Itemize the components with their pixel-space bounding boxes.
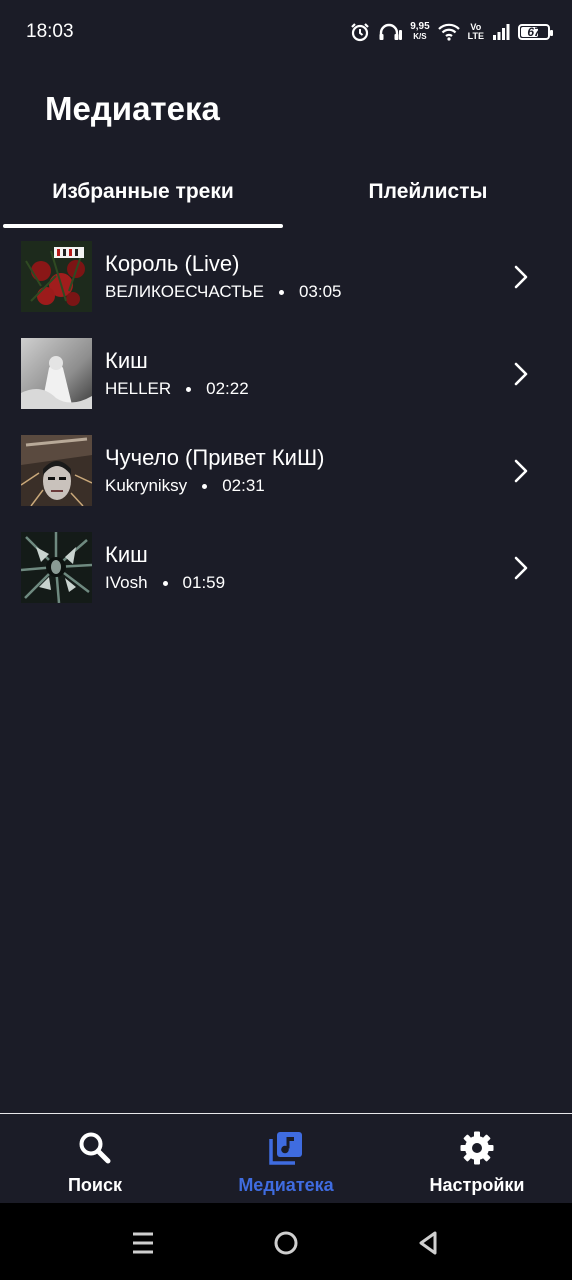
separator-dot [162, 580, 168, 586]
track-artist: Kukryniksy [105, 476, 188, 495]
status-icons: 9,95 K/S Vo LTE 67 [350, 18, 553, 46]
album-cover [21, 532, 92, 603]
gear-icon [460, 1131, 494, 1165]
nav-settings-label: Настройки [429, 1175, 525, 1195]
system-navigation-bar [0, 1203, 572, 1280]
track-item[interactable]: Киш IVosh 01:59 [0, 523, 572, 620]
track-duration: 02:31 [222, 476, 265, 495]
alarm-icon [351, 23, 369, 42]
track-artist: IVosh [105, 573, 148, 592]
track-meta: HELLER 02:22 [105, 379, 249, 399]
volte-indicator: Vo LTE [468, 23, 484, 41]
chevron-right-icon[interactable] [510, 458, 532, 484]
home-icon[interactable] [268, 1225, 304, 1261]
network-speed-value: 9,95 [410, 21, 430, 32]
separator-dot [202, 483, 208, 489]
bottom-navigation: Поиск Медиатека Настройки [0, 1113, 572, 1203]
battery-level: 67 [527, 25, 541, 39]
menu-icon[interactable] [125, 1225, 161, 1261]
track-item[interactable]: Король (Live) ВЕЛИКОЕСЧАСТЬЕ 03:05 [0, 232, 572, 329]
back-icon[interactable] [410, 1225, 446, 1261]
track-meta: Kukryniksy 02:31 [105, 476, 265, 496]
network-speed: 9,95 K/S [410, 22, 429, 42]
track-title: Киш [105, 348, 148, 373]
track-title: Король (Live) [105, 251, 240, 276]
nav-library-label: Медиатека [238, 1175, 334, 1195]
battery-icon: 67 [518, 24, 553, 40]
active-tab-indicator [3, 224, 283, 228]
nav-search-label: Поиск [67, 1175, 123, 1195]
track-meta: ВЕЛИКОЕСЧАСТЬЕ 03:05 [105, 282, 341, 302]
nav-settings[interactable]: Настройки [382, 1114, 572, 1204]
status-bar: 18:03 9,95 K/S Vo LTE 67 [0, 0, 572, 64]
track-artist: HELLER [105, 379, 172, 398]
network-speed-unit: K/S [413, 32, 427, 41]
signal-icon [493, 24, 510, 40]
chevron-right-icon[interactable] [510, 361, 532, 387]
track-list: Король (Live) ВЕЛИКОЕСЧАСТЬЕ 03:05 Киш H… [0, 232, 572, 620]
tab-bar: Избранные треки Плейлисты [0, 160, 572, 230]
album-cover [21, 338, 92, 409]
track-duration: 03:05 [298, 282, 342, 301]
separator-dot [278, 289, 284, 295]
track-duration: 01:59 [182, 573, 226, 592]
album-cover [21, 435, 92, 506]
album-cover [21, 241, 92, 312]
track-title: Чучело (Привет КиШ) [105, 445, 325, 470]
track-meta: IVosh 01:59 [105, 573, 225, 593]
chevron-right-icon[interactable] [510, 264, 532, 290]
headphones-icon [379, 23, 403, 40]
search-icon [79, 1132, 111, 1164]
track-duration: 02:22 [206, 379, 249, 398]
wifi-icon [437, 23, 460, 41]
track-item[interactable]: Чучело (Привет КиШ) Kukryniksy 02:31 [0, 426, 572, 523]
tab-favorite-tracks[interactable]: Избранные треки [3, 160, 283, 224]
page-title: Медиатека [45, 90, 220, 127]
track-title: Киш [105, 542, 148, 567]
volte-bottom: LTE [467, 31, 484, 41]
nav-library[interactable]: Медиатека [191, 1114, 381, 1204]
separator-dot [186, 386, 192, 392]
track-item[interactable]: Киш HELLER 02:22 [0, 329, 572, 426]
music-library-icon [269, 1132, 302, 1165]
status-time: 18:03 [26, 21, 74, 42]
tab-playlists[interactable]: Плейлисты [286, 160, 570, 224]
nav-search[interactable]: Поиск [0, 1114, 190, 1204]
chevron-right-icon[interactable] [510, 555, 532, 581]
track-artist: ВЕЛИКОЕСЧАСТЬЕ [105, 282, 264, 301]
